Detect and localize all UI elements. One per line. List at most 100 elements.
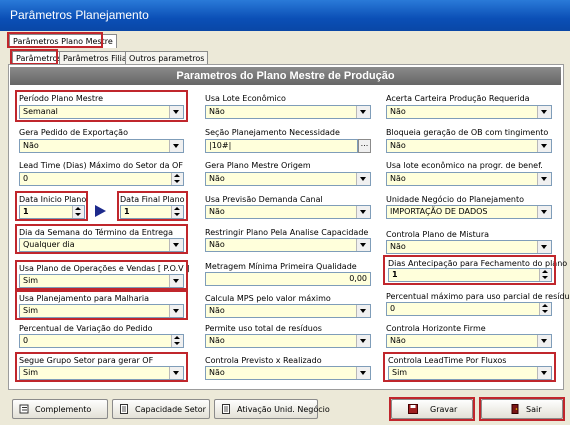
chevron-down-icon[interactable] [537, 106, 551, 118]
controla-leadtime-select[interactable]: Sim [388, 366, 552, 380]
acerta-carteira-label: Acerta Carteira Produção Requerida [386, 94, 530, 103]
chevron-down-icon[interactable] [356, 335, 370, 347]
percentual-max-label: Percentual máximo para uso parcial de re… [386, 292, 570, 301]
usa-previsao-label: Usa Previsão Demanda Canal [205, 195, 323, 204]
metragem-field[interactable]: 0,00 [205, 272, 371, 286]
chevron-down-icon[interactable] [356, 367, 370, 379]
usa-plano-op-select[interactable]: Sim [19, 274, 184, 288]
percentual-max-spinner[interactable]: 0 [386, 302, 552, 316]
exit-icon [511, 404, 519, 414]
acerta-carteira-select[interactable]: Não [386, 105, 552, 119]
gera-pedido-select[interactable]: Não [19, 139, 184, 153]
usa-planejamento-label: Usa Planejamento para Malharia [19, 294, 150, 303]
gravar-button[interactable]: Gravar [391, 399, 473, 419]
chevron-down-icon[interactable] [537, 206, 551, 218]
tab-parametros-plano-mestre[interactable]: Parâmetros Plano Mestre [9, 34, 117, 48]
unidade-label: Unidade Negócio do Planejamento [386, 195, 525, 204]
lead-time-spinner[interactable]: 0 [19, 172, 184, 186]
permite-select[interactable]: Não [205, 334, 371, 348]
usa-plano-op-label: Usa Plano de Operações e Vendas [ P.O.V … [19, 264, 190, 273]
unidade-select[interactable]: IMPORTAÇÃO DE DADOS [386, 205, 552, 219]
chevron-down-icon[interactable] [169, 239, 183, 251]
segue-grupo-label: Segue Grupo Setor para gerar OF [19, 356, 154, 365]
secao-label: Seção Planejamento Necessidade [205, 128, 340, 137]
gera-plano-origem-select[interactable]: Não [205, 172, 371, 186]
controla-horizonte-label: Controla Horizonte Firme [386, 324, 486, 333]
controla-previsto-select[interactable]: Não [205, 366, 371, 380]
controla-previsto-label: Controla Previsto x Realizado [205, 356, 322, 365]
secao-field[interactable]: |10#| [205, 139, 358, 153]
metragem-label: Metragem Mínima Primeira Qualidade [205, 262, 357, 271]
dia-semana-select[interactable]: Qualquer dia [19, 238, 184, 252]
usa-planejamento-select[interactable]: Sim [19, 304, 184, 318]
chevron-down-icon[interactable] [356, 106, 370, 118]
data-final-spinner[interactable]: 1 [120, 205, 184, 219]
calcula-mps-select[interactable]: Não [205, 304, 371, 318]
spin-down-icon[interactable] [539, 309, 551, 315]
ativacao-unid-negocio-button[interactable]: Ativação Unid. Negócio [214, 399, 330, 419]
panel-header: Parametros do Plano Mestre de Produção [10, 67, 561, 85]
chevron-down-icon[interactable] [356, 239, 370, 251]
spin-down-icon[interactable] [171, 179, 183, 185]
percentual-spinner[interactable]: 0 [19, 334, 184, 348]
chevron-down-icon[interactable] [169, 275, 183, 287]
chevron-down-icon[interactable] [537, 140, 551, 152]
title-bar: Parâmetros Planejamento [0, 0, 570, 31]
arrow-right-icon [95, 205, 106, 217]
data-inicio-spinner[interactable]: 1 [19, 205, 85, 219]
dia-semana-label: Dia da Semana do Término da Entrega [19, 228, 173, 237]
complemento-button[interactable]: Complemento [12, 399, 108, 419]
spin-down-icon[interactable] [171, 212, 183, 218]
sair-button[interactable]: Sair [481, 399, 563, 419]
chevron-down-icon[interactable] [537, 335, 551, 347]
tab-outros-parametros[interactable]: Outros parametros [125, 51, 209, 65]
chevron-down-icon[interactable] [537, 241, 551, 253]
controla-leadtime-label: Controla LeadTime Por Fluxos [388, 356, 507, 365]
dias-antecipacao-spinner[interactable]: 1 [388, 268, 552, 282]
usa-lote-prog-label: Usa lote econômico na progr. de benef. [386, 161, 543, 170]
document-icon [120, 404, 128, 414]
calcula-mps-label: Calcula MPS pelo valor máximo [205, 294, 331, 303]
spin-down-icon[interactable] [539, 275, 551, 281]
chevron-down-icon[interactable] [169, 305, 183, 317]
restringir-label: Restringir Plano Pela Analise Capacidade [205, 228, 369, 237]
restringir-select[interactable]: Não [205, 238, 371, 252]
controla-plano-label: Controla Plano de Mistura [386, 230, 490, 239]
lead-time-label: Lead Time (Dias) Máximo do Setor da OF [19, 161, 183, 170]
save-icon [408, 404, 418, 414]
spin-down-icon[interactable] [171, 341, 183, 347]
chevron-down-icon[interactable] [537, 367, 551, 379]
capacidade-setor-button[interactable]: Capacidade Setor [112, 399, 210, 419]
chevron-down-icon[interactable] [537, 173, 551, 185]
chevron-down-icon[interactable] [169, 367, 183, 379]
periodo-select[interactable]: Semanal [19, 105, 184, 119]
chevron-down-icon[interactable] [356, 173, 370, 185]
controla-horizonte-select[interactable]: Não [386, 334, 552, 348]
dias-antecipacao-label: Dias Antecipação para Fechamento do plan… [388, 259, 568, 268]
chevron-down-icon[interactable] [169, 106, 183, 118]
chevron-down-icon[interactable] [356, 305, 370, 317]
gera-pedido-label: Gera Pedido de Exportação [19, 128, 128, 137]
usa-lote-label: Usa Lote Econômico [205, 94, 286, 103]
secao-browse-button[interactable]: ... [358, 139, 371, 153]
usa-lote-select[interactable]: Não [205, 105, 371, 119]
percentual-label: Percentual de Variação do Pedido [19, 324, 153, 333]
data-inicio-label: Data Inicio Plano [19, 195, 87, 204]
segue-grupo-select[interactable]: Sim [19, 366, 184, 380]
bloqueia-select[interactable]: Não [386, 139, 552, 153]
usa-previsao-select[interactable]: Não [205, 205, 371, 219]
controla-plano-select[interactable]: Não [386, 240, 552, 254]
tab-parametros[interactable]: Parâmetros [12, 51, 66, 65]
usa-lote-prog-select[interactable]: Não [386, 172, 552, 186]
chevron-down-icon[interactable] [356, 206, 370, 218]
data-final-label: Data Final Plano [120, 195, 185, 204]
permite-label: Permite uso total de resíduos [205, 324, 322, 333]
spin-down-icon[interactable] [72, 212, 84, 218]
bloqueia-label: Bloqueia geração de OB com tingimento [386, 128, 549, 137]
list-icon [19, 404, 29, 414]
window-title: Parâmetros Planejamento [10, 8, 149, 22]
chevron-down-icon[interactable] [169, 140, 183, 152]
periodo-label: Período Plano Mestre [19, 94, 104, 103]
tab-parametros-filial[interactable]: Parâmetros Filial [59, 51, 133, 65]
gera-plano-origem-label: Gera Plano Mestre Origem [205, 161, 311, 170]
